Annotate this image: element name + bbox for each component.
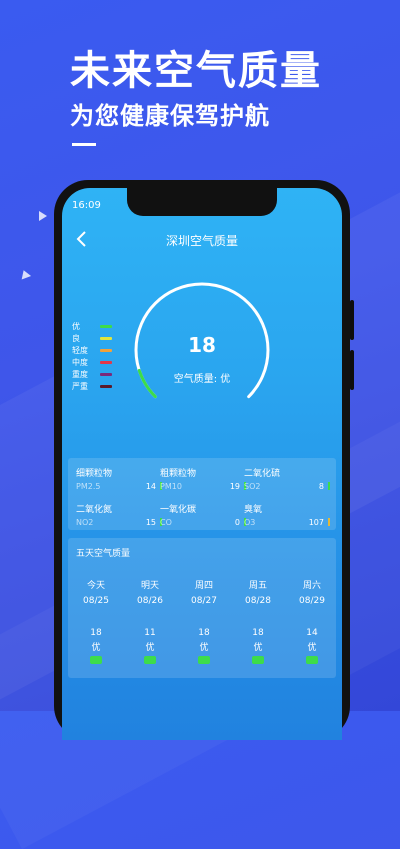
forecast-day-label: 周四 — [194, 581, 213, 591]
forecast-aqi-value: 18 — [198, 628, 210, 638]
forecast-date: 08/28 — [245, 596, 271, 606]
decorative-triangle-icon — [39, 211, 47, 221]
forecast-level-badge — [90, 656, 102, 664]
forecast-title: 五天空气质量 — [76, 549, 131, 559]
forecast-level-badge — [144, 656, 156, 664]
forecast-aqi-value: 18 — [252, 628, 264, 638]
forecast-level-badge — [198, 656, 210, 664]
forecast-date: 08/27 — [191, 596, 217, 606]
pollutant-value: 14 — [145, 482, 156, 491]
promo-divider — [72, 143, 96, 146]
legend-color-bar — [100, 324, 112, 328]
forecast-day-label: 明天 — [140, 581, 159, 591]
forecast-aqi-level: 优 — [253, 643, 263, 653]
pollutants-card: 细颗粒物 PM2.5 14 粗颗粒物 PM10 19 二氧化硫 SO2 8 二氧化氮 NO2 15 一氧… — [68, 458, 336, 530]
forecast-day: 周四 08/27 18 优 — [177, 578, 231, 664]
phone-mockup: 16:09 深圳空气质量 优良轻度 中度 重度 严重 18 空气质量: 优 细颗粒物 P… — [54, 180, 354, 740]
pollutant-name: 粗颗粒物 — [160, 469, 197, 479]
phone-notch — [127, 188, 277, 216]
pollutant-value: 0 — [234, 518, 240, 527]
pollutant-code: PM10 — [160, 482, 182, 491]
promo-title: 未来空气质量 — [70, 48, 322, 94]
pollutant-item: 臭氧 O3 107 — [244, 502, 330, 530]
aqi-value: 18 — [188, 333, 216, 357]
legend-label: 中度 — [72, 357, 88, 367]
promo-subtitle: 为您健康保驾护航 — [70, 102, 270, 130]
forecast-aqi-value: 18 — [90, 628, 102, 638]
forecast-day: 明天 08/26 11 优 — [123, 578, 177, 664]
legend-label: 优 — [72, 321, 80, 331]
pollutant-value: 8 — [318, 482, 324, 491]
pollutant-code: NO2 — [76, 518, 94, 527]
pollutant-value: 15 — [145, 518, 156, 527]
forecast-day: 周五 08/28 18 优 — [231, 578, 285, 664]
pollutant-name: 二氧化硫 — [244, 469, 281, 479]
forecast-day-label: 周五 — [248, 581, 267, 591]
pollutant-item: 二氧化氮 NO2 15 — [76, 502, 162, 530]
forecast-day: 周六 08/29 14 优 — [285, 578, 339, 664]
aqi-label: 空气质量: 优 — [173, 374, 231, 385]
pollutant-value: 107 — [308, 518, 324, 527]
phone-side-button — [350, 350, 354, 390]
forecast-day-label: 今天 — [86, 581, 105, 591]
legend-color-bar — [100, 360, 112, 364]
forecast-day: 今天 08/25 18 优 — [69, 578, 123, 664]
pollutant-value: 19 — [229, 482, 240, 491]
pollutant-code: SO2 — [244, 482, 261, 491]
pollutant-code: O3 — [244, 518, 256, 527]
pollutant-item: 二氧化硫 SO2 8 — [244, 466, 330, 494]
pollutant-name: 一氧化碳 — [160, 505, 197, 515]
decorative-triangle-icon — [18, 268, 32, 280]
phone-side-button — [350, 300, 354, 340]
forecast-date: 08/29 — [299, 596, 325, 606]
pollutant-item: 细颗粒物 PM2.5 14 — [76, 466, 162, 494]
pollutant-code: PM2.5 — [76, 482, 101, 491]
forecast-day-label: 周六 — [302, 581, 321, 591]
pollutant-level-indicator — [328, 518, 330, 526]
page-title: 深圳空气质量 — [165, 234, 238, 248]
forecast-date: 08/26 — [137, 596, 163, 606]
legend-item: 中度 — [72, 356, 112, 368]
forecast-aqi-level: 优 — [307, 643, 317, 653]
pollutant-name: 二氧化氮 — [76, 505, 113, 515]
pollutant-item: 粗颗粒物 PM10 19 — [160, 466, 246, 494]
forecast-aqi-level: 优 — [91, 643, 101, 653]
app-screen: 16:09 深圳空气质量 优良轻度 中度 重度 严重 18 空气质量: 优 细颗粒物 P… — [62, 188, 342, 740]
forecast-card: 五天空气质量 今天 08/25 18 优 明天 08/26 11 优 周四 08/27 18 优 周五 0… — [68, 538, 336, 678]
pollutant-item: 一氧化碳 CO 0 — [160, 502, 246, 530]
forecast-aqi-value: 11 — [144, 628, 156, 638]
forecast-date: 08/25 — [83, 596, 109, 606]
legend-item: 优 — [72, 320, 112, 332]
status-time: 16:09 — [72, 200, 101, 211]
forecast-aqi-value: 14 — [306, 628, 318, 638]
pollutant-level-indicator — [328, 482, 330, 490]
forecast-level-badge — [252, 656, 264, 664]
forecast-level-badge — [306, 656, 318, 664]
forecast-aqi-level: 优 — [199, 643, 209, 653]
pollutant-name: 臭氧 — [244, 505, 263, 515]
forecast-aqi-level: 优 — [145, 643, 155, 653]
pollutant-code: CO — [160, 518, 172, 527]
pollutant-name: 细颗粒物 — [76, 469, 113, 479]
